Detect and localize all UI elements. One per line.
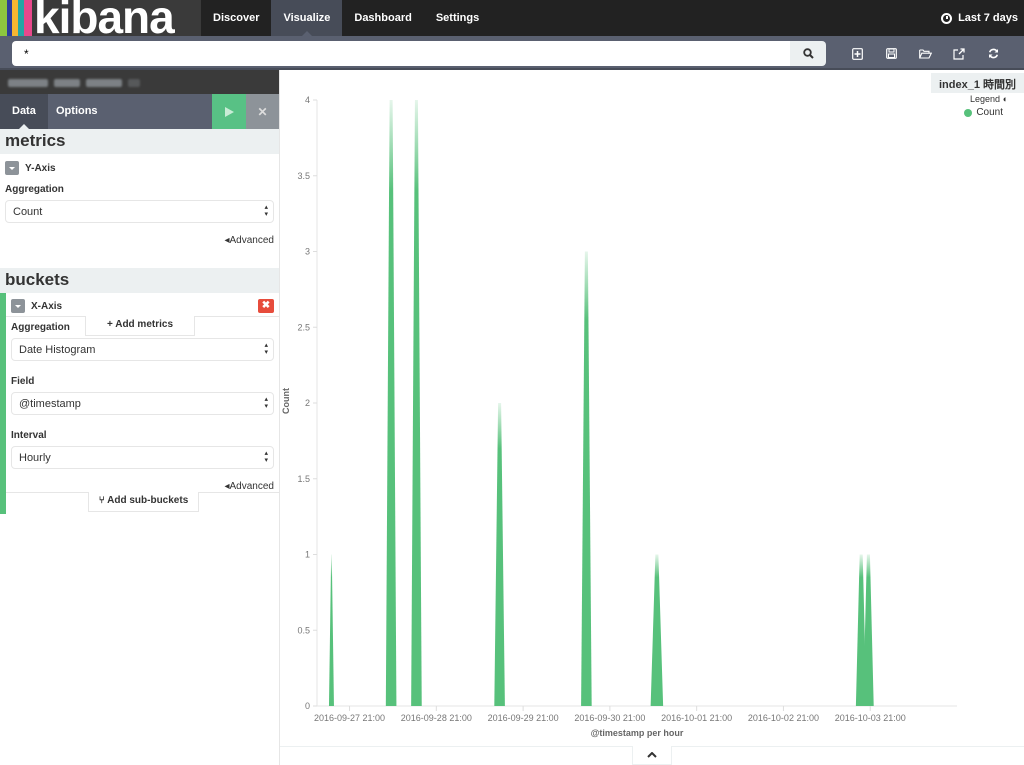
y-tick-label: 0 bbox=[305, 701, 310, 711]
kibana-logo[interactable]: kibana bbox=[0, 0, 201, 36]
y-axis: 0 0.5 1 1.5 2 2.5 3 3.5 4 bbox=[297, 95, 318, 711]
x-tick-label: 2016-10-02 21:00 bbox=[748, 713, 819, 723]
buckets-x-axis-editor: X-Axis ✖ Aggregation Date Histogram Fiel… bbox=[0, 293, 279, 492]
nav-discover[interactable]: Discover bbox=[201, 0, 271, 36]
add-sub-buckets-button[interactable]: ⑂ Add sub-buckets bbox=[88, 492, 199, 512]
tab-options[interactable]: Options bbox=[44, 94, 110, 129]
sidebar-tabs: Data Options ✕ bbox=[0, 94, 279, 129]
x-tick-label: 2016-09-29 21:00 bbox=[488, 713, 559, 723]
interval-select[interactable]: Hourly bbox=[11, 446, 274, 469]
y-axis-title: Y-Axis bbox=[25, 162, 56, 174]
y-tick-label: 4 bbox=[305, 95, 310, 105]
load-visualization-button[interactable] bbox=[908, 41, 942, 66]
x-tick-label: 2016-09-30 21:00 bbox=[574, 713, 645, 723]
close-icon: ✕ bbox=[257, 104, 268, 119]
area-spike bbox=[494, 403, 505, 706]
nav-dashboard[interactable]: Dashboard bbox=[342, 0, 423, 36]
external-link-icon bbox=[953, 47, 965, 60]
y-tick-label: 2.5 bbox=[297, 322, 310, 332]
metrics-y-axis-editor: Y-Axis Aggregation Count ◂Advanced bbox=[0, 154, 279, 246]
x-tick-label: 2016-09-27 21:00 bbox=[314, 713, 385, 723]
series-count bbox=[328, 100, 874, 706]
editor-sidebar: Data Options ✕ metrics Y-Axis Aggregatio… bbox=[0, 70, 280, 765]
discard-changes-button[interactable]: ✕ bbox=[246, 94, 279, 129]
y-tick-label: 1 bbox=[305, 550, 310, 560]
search-button[interactable] bbox=[790, 41, 826, 66]
logo-text: kibana bbox=[34, 0, 175, 36]
refresh-icon bbox=[988, 48, 998, 59]
close-icon: ✖ bbox=[261, 300, 271, 311]
time-range-label: Last 7 days bbox=[958, 12, 1018, 24]
remove-bucket-button[interactable]: ✖ bbox=[258, 299, 274, 313]
collapse-toggle-icon[interactable] bbox=[11, 299, 25, 313]
nav-visualize[interactable]: Visualize bbox=[271, 0, 343, 36]
add-sub-buckets-label: Add sub-buckets bbox=[107, 495, 189, 506]
x-axis-aggregation-select[interactable]: Date Histogram bbox=[11, 338, 274, 361]
area-spike bbox=[411, 100, 422, 706]
area-spike bbox=[650, 554, 664, 706]
x-axis: 2016-09-27 21:00 2016-09-28 21:00 2016-09-… bbox=[314, 705, 957, 723]
y-tick-label: 2 bbox=[305, 398, 310, 408]
advanced-label: Advanced bbox=[229, 235, 274, 246]
buckets-advanced-toggle[interactable]: ◂Advanced bbox=[11, 481, 274, 492]
visualization-area: index_1 時間別 Legend ◐ Count 0 0.5 1 1.5 2 2.5 3… bbox=[280, 70, 1024, 765]
y-tick-label: 1.5 bbox=[297, 474, 310, 484]
refresh-button[interactable] bbox=[976, 41, 1010, 66]
area-spike bbox=[863, 554, 874, 706]
x-tick-label: 2016-10-01 21:00 bbox=[661, 713, 732, 723]
buckets-heading: buckets bbox=[0, 268, 279, 293]
save-icon bbox=[885, 48, 897, 59]
visualization-title-redacted bbox=[0, 70, 279, 94]
apply-changes-button[interactable] bbox=[212, 94, 246, 129]
area-spike bbox=[581, 251, 592, 706]
collapse-spy-panel-button[interactable] bbox=[632, 746, 672, 765]
y-axis-aggregation-select[interactable]: Count bbox=[5, 200, 274, 223]
new-visualization-button[interactable] bbox=[840, 41, 874, 66]
tab-data[interactable]: Data bbox=[0, 94, 48, 129]
plus-square-icon bbox=[851, 47, 863, 60]
x-tick-label: 2016-09-28 21:00 bbox=[401, 713, 472, 723]
search-icon bbox=[802, 48, 814, 59]
y-axis-label: Count bbox=[281, 388, 291, 414]
share-visualization-button[interactable] bbox=[942, 41, 976, 66]
metrics-heading: metrics bbox=[0, 129, 279, 154]
x-axis-title: X-Axis bbox=[31, 300, 63, 312]
search-input[interactable] bbox=[12, 41, 790, 66]
field-select[interactable]: @timestamp bbox=[11, 392, 274, 415]
chevron-up-icon bbox=[647, 752, 657, 758]
field-label: Field bbox=[11, 376, 35, 387]
area-chart: 00.511.522.533.54 2016-09-27 21:00 2016-0… bbox=[281, 95, 957, 738]
aggregation-label: Aggregation bbox=[5, 184, 64, 195]
advanced-label: Advanced bbox=[229, 481, 274, 492]
time-picker[interactable]: Last 7 days bbox=[941, 0, 1018, 36]
save-visualization-button[interactable] bbox=[874, 41, 908, 66]
area-spike bbox=[328, 554, 334, 706]
buckets-section: buckets X-Axis ✖ Aggregation Date Histog… bbox=[0, 268, 279, 514]
nav-settings[interactable]: Settings bbox=[424, 0, 491, 36]
aggregation-label: Aggregation bbox=[11, 322, 70, 333]
logo-stripe bbox=[24, 0, 32, 36]
y-tick-label: 3.5 bbox=[297, 171, 310, 181]
x-axis-label: @timestamp per hour bbox=[591, 728, 684, 738]
search-bar bbox=[0, 36, 1024, 70]
fork-icon: ⑂ bbox=[98, 495, 108, 506]
top-navigation: kibana Discover Visualize Dashboard Sett… bbox=[0, 0, 1024, 36]
metrics-advanced-toggle[interactable]: ◂Advanced bbox=[5, 235, 274, 246]
y-tick-label: 0.5 bbox=[297, 625, 310, 635]
logo-stripe bbox=[0, 0, 7, 36]
play-icon bbox=[224, 106, 234, 117]
collapse-toggle-icon[interactable] bbox=[5, 161, 19, 175]
interval-label: Interval bbox=[11, 430, 47, 441]
y-tick-label: 3 bbox=[305, 247, 310, 257]
x-tick-label: 2016-10-03 21:00 bbox=[835, 713, 906, 723]
folder-open-icon bbox=[918, 48, 932, 59]
area-spike bbox=[385, 100, 397, 706]
clock-icon bbox=[941, 12, 953, 24]
